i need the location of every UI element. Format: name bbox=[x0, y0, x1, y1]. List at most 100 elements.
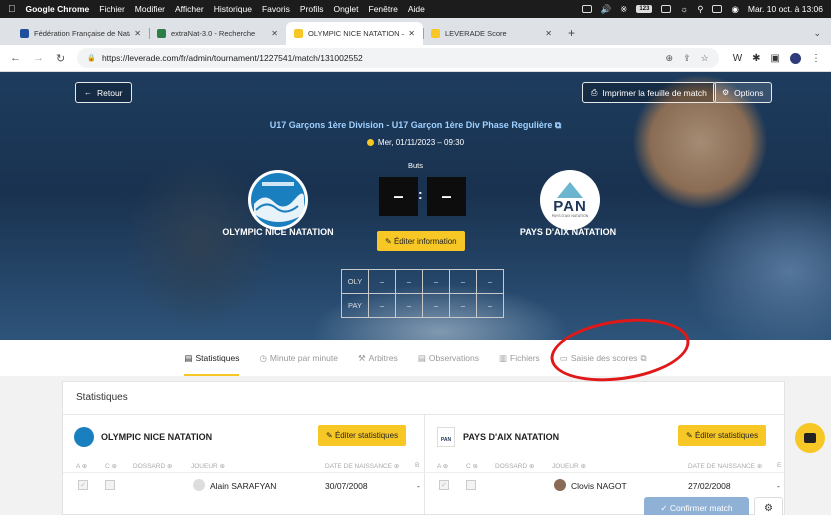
browser-tab-ffn[interactable]: Fédération Française de Natation ✕ bbox=[12, 22, 149, 45]
reload-icon[interactable]: ↻ bbox=[56, 52, 65, 65]
competition-title-text: U17 Garçons 1ère Division - U17 Garçon 1… bbox=[269, 120, 553, 130]
profile-avatar-icon[interactable] bbox=[790, 52, 801, 64]
column-header-dossard[interactable]: DOSSARD ⊕ bbox=[133, 462, 172, 470]
chat-support-button[interactable] bbox=[795, 423, 825, 453]
home-team-logo bbox=[248, 170, 308, 230]
menu-bookmarks[interactable]: Favoris bbox=[262, 4, 290, 14]
home-team-name: OLYMPIC NICE NATATION bbox=[222, 227, 334, 237]
keyboard-icon[interactable] bbox=[661, 5, 672, 13]
browser-tab-strip: Fédération Française de Natation ✕ extra… bbox=[0, 18, 831, 45]
back-button[interactable]: ← Retour bbox=[75, 82, 132, 103]
apple-icon[interactable]:  bbox=[8, 4, 16, 15]
wifi-icon[interactable]: ☼ bbox=[680, 4, 688, 14]
extension-w-icon[interactable]: W bbox=[733, 53, 742, 64]
edit-home-statistics-button[interactable]: ✎ Éditer statistiques bbox=[318, 425, 407, 446]
menu-window[interactable]: Fenêtre bbox=[369, 4, 398, 14]
column-header-c[interactable]: C ⊕ bbox=[105, 462, 117, 470]
column-header-joueur[interactable]: JOUEUR ⊕ bbox=[552, 462, 586, 470]
tab-label: Fichiers bbox=[510, 353, 540, 363]
back-arrow-icon[interactable]: ← bbox=[10, 52, 21, 64]
tab-search-chevron-icon[interactable]: ⌄ bbox=[813, 28, 821, 39]
menubar-clock[interactable]: Mar. 10 oct. à 13:06 bbox=[748, 4, 823, 14]
menu-edit[interactable]: Modifier bbox=[135, 4, 165, 14]
battery-badge[interactable]: 123 bbox=[636, 5, 653, 13]
match-settings-button[interactable]: ⚙ bbox=[754, 497, 783, 515]
spotlight-icon[interactable]: ⚲ bbox=[697, 4, 703, 15]
menu-view[interactable]: Afficher bbox=[175, 4, 204, 14]
away-team-heading: PAYS D'AIX NATATION bbox=[463, 432, 560, 442]
print-match-sheet-button[interactable]: ⎙ Imprimer la feuille de match bbox=[582, 82, 716, 103]
close-icon[interactable]: ✕ bbox=[134, 29, 141, 38]
player-name: Clovis NAGOT bbox=[571, 481, 627, 491]
edit-information-button[interactable]: ✎ Éditer information bbox=[377, 231, 465, 251]
bluetooth-icon[interactable]: ※ bbox=[620, 4, 627, 15]
quarter-scores-table: OLY – – – – – PAY – – – – – bbox=[341, 269, 504, 318]
close-icon[interactable]: ✕ bbox=[408, 29, 415, 38]
menu-help[interactable]: Aide bbox=[408, 4, 425, 14]
column-header-a[interactable]: A ⊕ bbox=[76, 462, 87, 470]
printer-icon: ⎙ bbox=[591, 87, 598, 97]
match-subtabs: ▤ Statistiques ◷ Minute par minute ⚒ Arb… bbox=[0, 340, 831, 376]
close-icon[interactable]: ✕ bbox=[271, 29, 278, 38]
captain-c-checkbox[interactable] bbox=[466, 480, 476, 490]
player-extra-value: - bbox=[417, 481, 420, 491]
tab-label: OLYMPIC NICE NATATION – PAYS bbox=[308, 29, 404, 38]
screen-icon[interactable] bbox=[581, 5, 592, 13]
volume-icon[interactable]: 🔊 bbox=[601, 4, 612, 15]
siri-icon[interactable]: ◉ bbox=[731, 4, 738, 15]
column-header-dossard[interactable]: DOSSARD ⊕ bbox=[495, 462, 534, 470]
extensions-puzzle-icon[interactable]: ✱ bbox=[752, 53, 760, 64]
column-header-e[interactable]: E bbox=[777, 462, 781, 469]
external-link-icon[interactable]: ⧉ bbox=[555, 120, 561, 130]
sidepanel-icon[interactable]: ▣ bbox=[771, 53, 780, 64]
menu-app-name[interactable]: Google Chrome bbox=[26, 4, 90, 14]
column-header-a[interactable]: A ⊕ bbox=[437, 462, 448, 470]
match-date: Mer, 01/11/2023 – 09:30 bbox=[0, 138, 831, 147]
menu-tab[interactable]: Onglet bbox=[333, 4, 358, 14]
forward-arrow-icon[interactable]: → bbox=[33, 52, 44, 64]
column-header-date-naissance[interactable]: DATE DE NAISSANCE ⊕ bbox=[688, 462, 762, 470]
new-tab-icon[interactable]: + bbox=[568, 26, 575, 40]
confirm-match-button[interactable]: ✓ Confirmer match bbox=[644, 497, 749, 515]
browser-tab-leverade-score[interactable]: LEVERADE Score ✕ bbox=[423, 22, 560, 45]
tab-arbitres[interactable]: ⚒ Arbitres bbox=[358, 340, 398, 376]
home-team-small-logo bbox=[74, 427, 94, 447]
player-birthdate: 27/02/2008 bbox=[688, 481, 731, 491]
captain-a-checkbox[interactable]: ✓ bbox=[439, 480, 449, 490]
edit-away-statistics-button[interactable]: ✎ Éditer statistiques bbox=[678, 425, 767, 446]
bookmark-star-icon[interactable]: ☆ bbox=[701, 53, 709, 64]
browser-tab-extranat[interactable]: extraNat-3.0 - Recherche ✕ bbox=[149, 22, 286, 45]
row-label: PAY bbox=[341, 293, 369, 318]
more-menu-icon[interactable]: ⋮ bbox=[811, 53, 821, 64]
competition-title[interactable]: U17 Garçons 1ère Division - U17 Garçon 1… bbox=[0, 120, 831, 131]
tab-observations[interactable]: ▤ Observations bbox=[418, 340, 479, 376]
tab-fichiers[interactable]: ▥ Fichiers bbox=[499, 340, 540, 376]
quarter-cell: – bbox=[395, 269, 423, 294]
quarter-cell: – bbox=[422, 269, 450, 294]
browser-tab-match[interactable]: OLYMPIC NICE NATATION – PAYS ✕ bbox=[286, 22, 423, 45]
menu-history[interactable]: Historique bbox=[214, 4, 252, 14]
column-header-joueur[interactable]: JOUEUR ⊕ bbox=[191, 462, 225, 470]
zoom-icon[interactable]: ⊕ bbox=[666, 53, 674, 64]
away-team-logo: PAN PAYS D'AIX NATATION bbox=[540, 170, 600, 230]
control-center-icon[interactable] bbox=[712, 5, 723, 13]
lock-icon[interactable]: 🔒 bbox=[87, 54, 96, 62]
captain-a-checkbox[interactable]: ✓ bbox=[78, 480, 88, 490]
share-icon[interactable]: ⇪ bbox=[683, 53, 691, 64]
column-header-b[interactable]: B bbox=[415, 462, 419, 469]
match-hero-banner: ← Retour ⎙ Imprimer la feuille de match … bbox=[0, 72, 831, 340]
player-birthdate: 30/07/2008 bbox=[325, 481, 368, 491]
tab-label: Arbitres bbox=[368, 353, 398, 363]
close-icon[interactable]: ✕ bbox=[545, 29, 552, 38]
tab-minute-par-minute[interactable]: ◷ Minute par minute bbox=[259, 340, 337, 376]
url-input[interactable]: 🔒 https://leverade.com/fr/admin/tourname… bbox=[77, 48, 719, 68]
tab-statistiques[interactable]: ▤ Statistiques bbox=[184, 340, 239, 376]
column-header-c[interactable]: C ⊕ bbox=[466, 462, 478, 470]
tab-label: LEVERADE Score bbox=[445, 29, 507, 38]
options-button[interactable]: ⚙ Options bbox=[713, 82, 773, 103]
mountain-icon bbox=[557, 182, 583, 198]
column-header-date-naissance[interactable]: DATE DE NAISSANCE ⊕ bbox=[325, 462, 399, 470]
menu-profiles[interactable]: Profils bbox=[300, 4, 324, 14]
captain-c-checkbox[interactable] bbox=[105, 480, 115, 490]
menu-file[interactable]: Fichier bbox=[99, 4, 125, 14]
